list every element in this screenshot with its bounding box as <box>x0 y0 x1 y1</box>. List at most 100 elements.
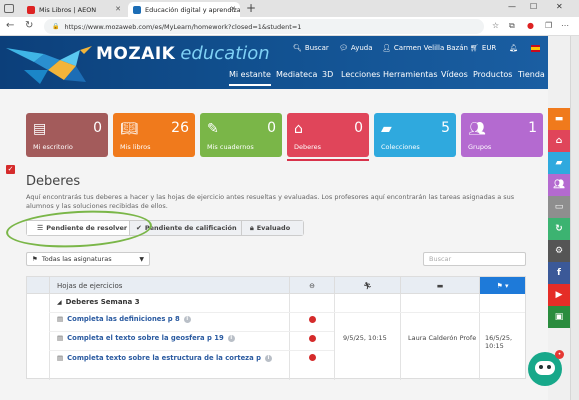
browser-tab-mis-libros[interactable]: Mis Libros | AEON ✕ <box>22 2 125 17</box>
document-icon: ▤ <box>57 354 64 362</box>
maximize-icon[interactable]: ☐ <box>530 2 537 11</box>
tab-evaluado[interactable]: 🔒︎ Evaluado <box>241 221 303 235</box>
col-runner-icon[interactable]: 🏃︎ <box>334 277 400 294</box>
nav-mediateca[interactable]: Mediateca <box>276 70 317 79</box>
help-label: Ayuda <box>350 44 373 52</box>
col-due-date-sort[interactable]: ⚑ ▾ <box>479 277 525 294</box>
col-time-icon[interactable]: ⊖ <box>289 277 334 294</box>
browser-side-rail <box>570 36 579 400</box>
user-icon: 👤︎ <box>382 44 391 52</box>
col-hojas-ejercicios[interactable]: Hojas de ejercicios <box>49 277 289 294</box>
page-title: Deberes <box>26 174 81 189</box>
nav-herramientas[interactable]: Herramientas <box>383 70 438 79</box>
card-mis-libros[interactable]: 📖︎ 26 Mis libros <box>113 113 195 157</box>
exercise-row-3[interactable]: ▤ Completa texto sobre la estructura de … <box>57 354 272 362</box>
checkbox-checked-icon[interactable]: ✓ <box>6 165 15 174</box>
url-text: https://www.mozaweb.com/es/MyLearn/homew… <box>64 22 302 31</box>
due-date: 16/5/25, 10:15 <box>485 334 513 350</box>
card-colecciones[interactable]: ▰ 5 Colecciones <box>374 113 456 157</box>
browser-tab-bar: Mis Libros | AEON ✕ Educación digital y … <box>0 0 579 17</box>
exercise-row-2[interactable]: ▤ Completa el texto sobre la geosfera p … <box>57 334 235 342</box>
nav-tienda[interactable]: Tienda <box>518 70 545 79</box>
group-title: Deberes Semana 3 <box>65 298 140 306</box>
browser-tab-mozaik[interactable]: Educación digital y aprendizaje It ✕ <box>128 2 240 17</box>
hummingbird-logo-icon[interactable] <box>4 40 94 88</box>
facebook-icon[interactable]: f <box>548 262 570 284</box>
subject-filter-select[interactable]: ⚑ Todas las asignaturas ▼ <box>26 252 150 266</box>
card-label: Colecciones <box>381 143 420 151</box>
nav-lecciones[interactable]: Lecciones <box>341 70 380 79</box>
nav-productos[interactable]: Productos <box>473 70 512 79</box>
close-tab-icon[interactable]: ✕ <box>230 5 236 13</box>
notification-bell-icon[interactable]: 🔔︎ <box>509 44 518 52</box>
nav-3d[interactable]: 3D <box>322 70 333 79</box>
divider <box>49 331 334 332</box>
info-icon[interactable]: i <box>264 354 272 362</box>
nav-videos[interactable]: Vídeos <box>441 70 468 79</box>
chatbot-assistant-icon[interactable]: • <box>528 350 564 386</box>
close-window-icon[interactable]: ✕ <box>556 2 563 11</box>
classroom-icon[interactable]: ▣ <box>548 306 570 328</box>
card-mis-cuadernos[interactable]: ✎ 0 Mis cuadernos <box>200 113 282 157</box>
document-icon: ▤ <box>57 315 64 323</box>
tab-actions-icon[interactable] <box>4 4 14 13</box>
exercise-row-1[interactable]: ▤ Completa las definiciones p 8 i <box>57 315 191 323</box>
sidebar-refresh-icon[interactable]: ↻ <box>548 218 570 240</box>
tab-title: Mis Libros | AEON <box>39 5 97 14</box>
collapse-icon[interactable]: ◢ <box>57 299 62 306</box>
sidebar-notebook-icon[interactable]: ▬ <box>548 108 570 130</box>
new-tab-button[interactable]: + <box>246 1 256 15</box>
divider <box>334 294 335 380</box>
help-link[interactable]: 💬︎ Ayuda <box>339 44 373 52</box>
brand-logo[interactable]: MOZAIK education <box>96 43 270 64</box>
search-icon: 🔍︎ <box>293 44 302 52</box>
exercise-title: Completa texto sobre la estructura de la… <box>67 354 261 362</box>
desk-icon: ▤ <box>33 121 47 137</box>
currency-selector[interactable]: 🛒︎ EUR <box>470 44 496 52</box>
sidebar-chat-icon[interactable]: ▭ <box>548 196 570 218</box>
profile-icon[interactable]: ● <box>527 21 534 30</box>
sidebar-homework-icon[interactable]: ⌂ <box>548 130 570 152</box>
close-tab-icon[interactable]: ✕ <box>115 5 121 13</box>
info-icon[interactable]: i <box>227 334 235 342</box>
url-field[interactable]: 🔒 https://www.mozaweb.com/es/MyLearn/hom… <box>44 19 484 34</box>
language-flag-icon[interactable] <box>531 45 540 52</box>
lock-icon: 🔒︎ <box>250 223 254 232</box>
group-row[interactable]: ◢ Deberes Semana 3 <box>57 298 140 306</box>
teacher-name: Laura Calderón Profe <box>408 334 477 342</box>
robot-face-icon <box>535 361 555 375</box>
sidebar-group-icon[interactable]: 👥︎ <box>548 174 570 196</box>
card-label: Mis cuadernos <box>207 143 254 151</box>
search-input[interactable]: Buscar <box>423 252 526 266</box>
nav-mi-estante[interactable]: Mi estante <box>229 70 271 86</box>
favorite-star-icon[interactable]: ☆ <box>492 21 499 30</box>
green-highlight-annotation <box>5 207 153 251</box>
currency-label: EUR <box>481 44 497 52</box>
sidebar-settings-icon[interactable]: ⚙ <box>548 240 570 262</box>
user-menu[interactable]: 👤︎ Carmen Velilla Bazán <box>382 44 468 52</box>
site-header: MOZAIK education 🔍︎ Buscar 💬︎ Ayuda 👤︎ C… <box>0 36 548 89</box>
search-label: Buscar <box>304 44 329 52</box>
overdue-clock-icon <box>309 354 316 361</box>
exercise-title: Completa el texto sobre la geosfera p 19 <box>67 334 224 342</box>
notebook-icon: ✎ <box>207 121 219 137</box>
search-link[interactable]: 🔍︎ Buscar <box>293 44 329 52</box>
card-deberes[interactable]: ⌂ 0 Deberes <box>287 113 369 161</box>
col-teacher-icon[interactable]: ▬ <box>400 277 479 294</box>
group-icon: 👥︎ <box>468 121 486 137</box>
divider <box>49 312 525 313</box>
reload-icon[interactable]: ↻ <box>25 20 33 31</box>
minimize-icon[interactable]: — <box>508 2 516 11</box>
collections-icon[interactable]: ❐ <box>545 21 552 30</box>
card-mi-escritorio[interactable]: ▤ 0 Mi escritorio <box>26 113 108 157</box>
youtube-icon[interactable]: ▶ <box>548 284 570 306</box>
back-icon[interactable]: ← <box>6 20 14 31</box>
more-menu-icon[interactable]: ⋯ <box>561 21 569 30</box>
sidebar-folder-icon[interactable]: ▰ <box>548 152 570 174</box>
brand-sub: education <box>180 43 270 64</box>
card-grupos[interactable]: 👥︎ 1 Grupos <box>461 113 543 157</box>
extension-icon[interactable]: ⧉ <box>509 21 515 31</box>
tab-label: Pendiente de calificación <box>144 224 237 232</box>
info-icon[interactable]: i <box>183 315 191 323</box>
card-count: 0 <box>267 120 276 136</box>
